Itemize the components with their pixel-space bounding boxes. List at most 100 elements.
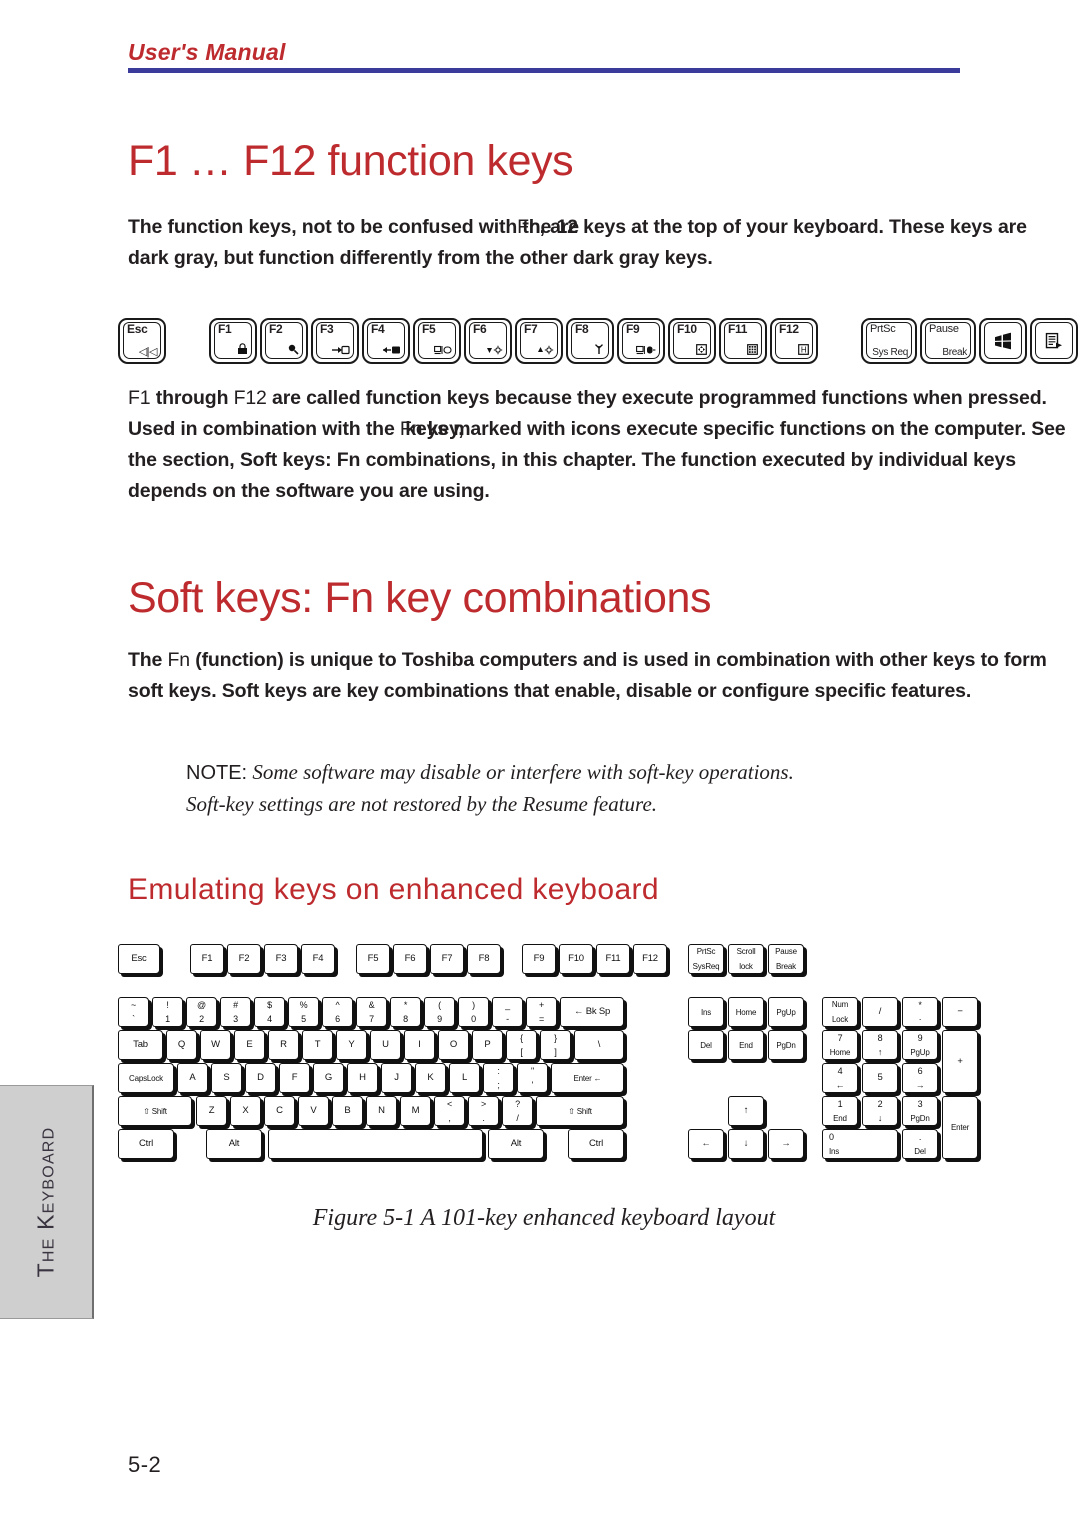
kbd-key-semicolon: : ; xyxy=(483,1063,514,1093)
strip-key-f2-label: F2 xyxy=(269,322,283,336)
kbd-key-n: N xyxy=(366,1096,397,1126)
kbd-key-b: B xyxy=(332,1096,363,1126)
p2-through: through xyxy=(150,387,234,409)
kbd-key-np-7-upper: 7 xyxy=(837,1033,843,1043)
kbd-key-f11: F11 xyxy=(596,944,630,974)
kbd-key-alt-right: Alt xyxy=(488,1129,544,1159)
kbd-key-f4-label: F4 xyxy=(312,953,324,964)
kbd-key-np-divide-label: / xyxy=(878,1006,882,1017)
p1-before: The function keys, not to be confused wi… xyxy=(128,216,518,238)
kbd-key-np-decimal-upper: . xyxy=(918,1132,922,1142)
magnifier-icon xyxy=(287,343,299,358)
kbd-key-g-label: G xyxy=(324,1072,333,1083)
kbd-key-2-lower: 2 xyxy=(199,1014,204,1024)
kbd-key-h: H xyxy=(347,1063,378,1093)
paragraph-function-keys-intro: The function keys, not to be confused wi… xyxy=(128,212,1072,274)
kbd-key-5: % 5 xyxy=(288,997,319,1027)
kbd-key-c-label: C xyxy=(276,1105,283,1116)
kbd-key-bracket-right-lower: ] xyxy=(554,1047,557,1057)
kbd-key-quote: " ' xyxy=(517,1063,548,1093)
kbd-key-pgdn-label: PgDn xyxy=(776,1040,796,1050)
kbd-key-6: ^ 6 xyxy=(322,997,353,1027)
strip-key-f7-label: F7 xyxy=(524,322,538,336)
strip-key-f6-label: F6 xyxy=(473,322,487,336)
kbd-key-f9-label: F9 xyxy=(533,953,545,964)
kbd-key-shift-right: ⇧ Shift xyxy=(536,1096,624,1126)
kbd-key-np-enter-label: Enter xyxy=(950,1123,970,1132)
kbd-key-bracket-left: { [ xyxy=(506,1030,537,1060)
kbd-key-m-label: M xyxy=(411,1105,420,1116)
kbd-key-np-4-upper: 4 xyxy=(837,1066,843,1076)
strip-key-windows xyxy=(979,318,1027,364)
strip-key-f11-label: F11 xyxy=(728,322,748,336)
windows-logo-icon xyxy=(981,332,1025,354)
kbd-key-7-upper: & xyxy=(368,1000,375,1010)
kbd-key-9-lower: 9 xyxy=(437,1014,442,1024)
kbd-key-period-lower: . xyxy=(482,1113,485,1123)
kbd-key-8: * 8 xyxy=(390,997,421,1027)
kbd-key-k: K xyxy=(415,1063,446,1093)
kbd-key-arrow-right: → xyxy=(768,1129,804,1159)
kbd-key-a-label: A xyxy=(189,1072,196,1083)
kbd-key-f1: F1 xyxy=(190,944,224,974)
kbd-key-alt-left-label: Alt xyxy=(228,1138,240,1149)
kbd-key-scroll-lower: lock xyxy=(739,962,753,971)
strip-key-f8: F8 xyxy=(566,318,614,364)
kbd-key-pgup: PgUp xyxy=(768,997,804,1027)
kbd-key-np-minus-label: − xyxy=(957,1006,963,1017)
p2-overlap-fn: Fn xyxy=(399,418,423,440)
kbd-key-f7: F7 xyxy=(430,944,464,974)
strip-key-f10-label: F10 xyxy=(677,322,697,336)
kbd-key-1-upper: ! xyxy=(166,1000,169,1010)
kbd-key-np-1: 1 End xyxy=(822,1096,858,1126)
kbd-key-capslock-label: CapsLock xyxy=(129,1073,163,1083)
strip-key-f7: F7 xyxy=(515,318,563,364)
kbd-key-enter-label: Enter ← xyxy=(573,1073,602,1083)
kbd-key-numlock-upper: Num xyxy=(831,1000,849,1009)
p3-fn: Fn xyxy=(167,649,191,671)
kbd-key-bracket-right-upper: } xyxy=(554,1033,557,1043)
kbd-key-pause-lower: Break xyxy=(776,962,796,971)
kbd-key-f12-label: F12 xyxy=(642,953,658,964)
kbd-key-ctrl-right-label: Ctrl xyxy=(589,1138,603,1149)
kbd-key-numlock-lower: Lock xyxy=(831,1015,849,1024)
kbd-key-arrow-down: ↓ xyxy=(728,1129,764,1159)
kbd-key-capslock: CapsLock xyxy=(118,1063,174,1093)
kbd-key-semicolon-lower: ; xyxy=(497,1080,500,1090)
kbd-key-space xyxy=(268,1129,483,1159)
kbd-key-bracket-left-upper: { xyxy=(520,1033,523,1043)
kbd-key-q-label: Q xyxy=(177,1039,186,1050)
kbd-key-np-6: 6 → xyxy=(902,1063,938,1093)
kbd-key-pause-upper: Pause xyxy=(775,947,797,956)
kbd-key-f12: F12 xyxy=(633,944,667,974)
kbd-key-scroll-upper: Scroll xyxy=(736,947,756,956)
svg-text:H: H xyxy=(801,345,807,354)
kbd-key-f6-label: F6 xyxy=(404,953,416,964)
kbd-key-end-label: End xyxy=(739,1040,753,1050)
kbd-key-backspace-label: ← Bk Sp xyxy=(573,1006,611,1017)
kbd-key-shift-left: ⇧ Shift xyxy=(118,1096,192,1126)
kbd-key-np-plus: + xyxy=(942,1030,978,1093)
kbd-key-backslash-label: \ xyxy=(597,1039,601,1050)
kbd-key-np-9: 9 PgUp xyxy=(902,1030,938,1060)
kbd-key-l: L xyxy=(449,1063,480,1093)
hibernate-icon xyxy=(383,345,401,358)
kbd-key-np-3: 3 PgDn xyxy=(902,1096,938,1126)
kbd-key-z: Z xyxy=(196,1096,227,1126)
strip-key-f8-label: F8 xyxy=(575,322,589,336)
kbd-key-6-upper: ^ xyxy=(335,1000,340,1010)
kbd-key-np-8-upper: 8 xyxy=(877,1033,883,1043)
kbd-key-j-label: J xyxy=(394,1072,399,1083)
kbd-key-5-upper: % xyxy=(299,1000,308,1010)
kbd-key-equals: + = xyxy=(526,997,557,1027)
kbd-key-f: F xyxy=(279,1063,310,1093)
note-line-1: NOTE: Some software may disable or inter… xyxy=(186,757,926,789)
kbd-key-ctrl-left: Ctrl xyxy=(118,1129,174,1159)
running-head: User's Manual xyxy=(128,38,960,73)
kbd-key-arrow-left-label: ← xyxy=(701,1138,711,1149)
kbd-key-x-label: X xyxy=(242,1105,249,1116)
kbd-key-f4: F4 xyxy=(301,944,335,974)
strip-key-menu xyxy=(1030,318,1078,364)
kbd-key-f5: F5 xyxy=(356,944,390,974)
kbd-key-z-label: Z xyxy=(208,1105,215,1116)
